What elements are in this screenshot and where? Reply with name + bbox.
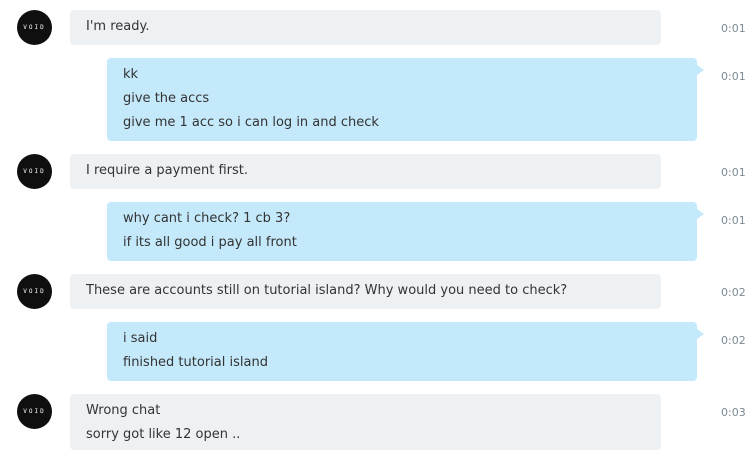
message-timestamp: 0:01 [721,166,746,179]
incoming-message-bubble[interactable]: Wrong chat sorry got like 12 open .. [70,394,661,450]
message-timestamp: 0:03 [721,406,746,419]
message-text: if its all good i pay all front [123,235,297,250]
avatar-logo-text: VOID [23,168,46,175]
message-timestamp: 0:01 [721,70,746,83]
incoming-message-bubble[interactable]: These are accounts still on tutorial isl… [70,274,661,309]
contact-avatar[interactable]: VOID [17,154,52,189]
contact-avatar[interactable]: VOID [17,10,52,45]
message-text: sorry got like 12 open .. [86,427,241,442]
message-text: I require a payment first. [86,163,248,178]
message-text: I'm ready. [86,19,150,34]
message-text: i said [123,331,158,346]
message-text: kk [123,67,139,82]
message-timestamp: 0:02 [721,334,746,347]
avatar-logo-text: VOID [23,288,46,295]
avatar-logo-text: VOID [23,24,46,31]
outgoing-message-bubble[interactable]: i said finished tutorial island [107,322,704,381]
contact-avatar[interactable]: VOID [17,394,52,429]
message-text: Wrong chat [86,403,161,418]
incoming-message-bubble[interactable]: I require a payment first. [70,154,661,189]
message-text: finished tutorial island [123,355,268,370]
message-timestamp: 0:02 [721,286,746,299]
outgoing-message-bubble[interactable]: why cant i check? 1 cb 3? if its all goo… [107,202,704,261]
message-text: why cant i check? 1 cb 3? [123,211,291,226]
avatar-logo-text: VOID [23,408,46,415]
message-timestamp: 0:01 [721,214,746,227]
message-text: These are accounts still on tutorial isl… [86,283,568,298]
message-text: give the accs [123,91,210,106]
contact-avatar[interactable]: VOID [17,274,52,309]
incoming-message-bubble[interactable]: I'm ready. [70,10,661,45]
message-text: give me 1 acc so i can log in and check [123,115,379,130]
outgoing-message-bubble[interactable]: kk give the accs give me 1 acc so i can … [107,58,704,141]
message-timestamp: 0:01 [721,22,746,35]
